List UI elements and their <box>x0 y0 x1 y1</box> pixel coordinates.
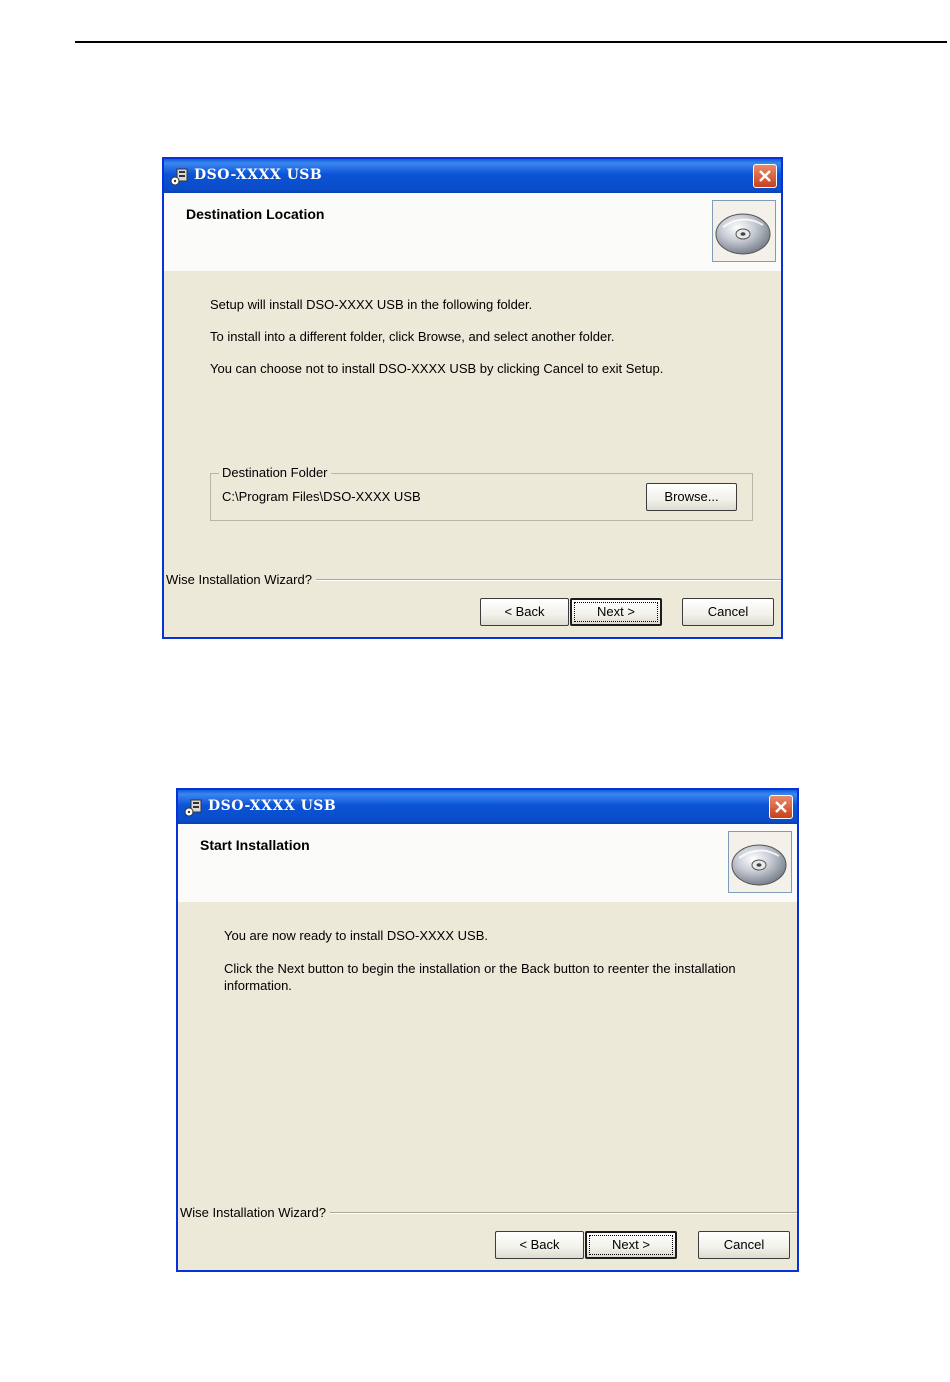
cd-disc-icon <box>728 831 792 893</box>
info-line-1: Setup will install DSO-XXXX USB in the f… <box>210 297 533 312</box>
setup-app-icon <box>184 799 202 817</box>
header-panel: Destination Location <box>164 193 781 271</box>
group-label: Destination Folder <box>219 465 331 481</box>
close-button[interactable] <box>753 164 777 188</box>
cd-disc-icon <box>712 200 776 262</box>
close-icon <box>759 170 771 182</box>
step-title: Start Installation <box>200 837 310 853</box>
back-button[interactable]: < Back <box>480 598 569 626</box>
setup-app-icon <box>170 168 188 186</box>
header-panel: Start Installation <box>178 824 797 902</box>
focus-ring <box>589 1235 673 1255</box>
cancel-button[interactable]: Cancel <box>682 598 774 626</box>
destination-folder-group: Destination Folder C:\Program Files\DSO-… <box>210 465 753 521</box>
title-bar[interactable]: DSO-XXXX USB <box>178 790 797 824</box>
browse-button[interactable]: Browse... <box>646 483 737 511</box>
focus-ring <box>574 602 658 622</box>
info-line-2: To install into a different folder, clic… <box>210 329 615 344</box>
footer-divider <box>328 1212 797 1214</box>
step-title: Destination Location <box>186 206 325 222</box>
wizard-footer-label: Wise Installation Wizard? <box>180 1205 330 1220</box>
dialog-title: DSO-XXXX USB <box>194 167 323 183</box>
start-installation-dialog: DSO-XXXX USB Start Installation You are … <box>176 788 799 1272</box>
destination-location-dialog: DSO-XXXX USB Destination Location Setup … <box>162 157 783 639</box>
dialog-title: DSO-XXXX USB <box>208 798 337 814</box>
folder-path: C:\Program Files\DSO-XXXX USB <box>222 489 421 504</box>
close-icon <box>775 801 787 813</box>
title-bar[interactable]: DSO-XXXX USB <box>164 159 781 193</box>
info-line-1: You are now ready to install DSO-XXXX US… <box>224 928 488 943</box>
next-button[interactable]: Next > <box>570 598 662 626</box>
footer-divider <box>314 579 781 581</box>
wizard-footer-label: Wise Installation Wizard? <box>166 572 316 587</box>
info-line-3: You can choose not to install DSO-XXXX U… <box>210 361 664 376</box>
back-button[interactable]: < Back <box>495 1231 584 1259</box>
close-button[interactable] <box>769 795 793 819</box>
page-top-rule <box>75 41 947 43</box>
next-button[interactable]: Next > <box>585 1231 677 1259</box>
cancel-button[interactable]: Cancel <box>698 1231 790 1259</box>
info-line-2: Click the Next button to begin the insta… <box>224 961 736 993</box>
